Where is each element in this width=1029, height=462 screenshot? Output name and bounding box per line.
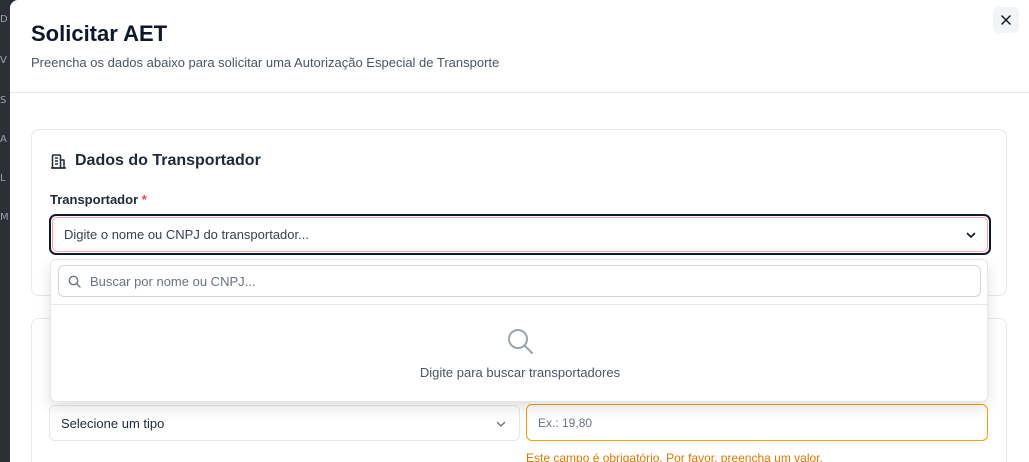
search-placeholder: Buscar por nome ou CNPJ... [90, 273, 256, 289]
backdrop-letter: D [0, 14, 8, 25]
tipo-select-value: Selecione um tipo [61, 415, 165, 431]
transportador-search-input[interactable]: Buscar por nome ou CNPJ... [58, 265, 981, 297]
page-backdrop: D V S A L M [0, 0, 10, 462]
empty-state-message: Digite para buscar transportadores [419, 365, 621, 380]
modal-header: Solicitar AET Preencha os dados abaixo p… [10, 0, 1029, 93]
modal-subtitle: Preencha os dados abaixo para solicitar … [31, 55, 500, 70]
backdrop-letter: S [0, 95, 7, 106]
dropdown-divider [51, 304, 989, 305]
error-message: Este campo é obrigatório. Por favor, pre… [526, 451, 823, 462]
backdrop-letter: A [0, 134, 7, 145]
solicitar-aet-modal: Solicitar AET Preencha os dados abaixo p… [10, 0, 1029, 462]
search-icon [508, 329, 533, 354]
chevron-down-icon [496, 421, 506, 427]
search-icon [68, 275, 81, 288]
required-mark: * [141, 192, 147, 207]
close-icon [1001, 15, 1011, 25]
transportador-label-text: Transportador [50, 192, 139, 207]
section-title-text: Dados do Transportador [75, 152, 261, 169]
backdrop-letter: M [0, 212, 9, 223]
transportador-dropdown: Buscar por nome ou CNPJ... Digite para b… [50, 259, 989, 402]
close-button[interactable] [993, 7, 1019, 33]
transportador-label: Transportador * [50, 192, 147, 207]
chevron-down-icon [966, 232, 976, 238]
transportador-placeholder: Digite o nome ou CNPJ do transportador..… [64, 227, 309, 242]
value-input-placeholder: Ex.: 19,80 [538, 415, 593, 430]
tipo-select[interactable]: Selecione um tipo [49, 405, 520, 441]
section-title: Dados do Transportador [50, 152, 261, 170]
modal-title: Solicitar AET [31, 21, 168, 46]
value-input[interactable]: Ex.: 19,80 [526, 404, 988, 441]
transportador-combobox[interactable]: Digite o nome ou CNPJ do transportador..… [49, 214, 991, 255]
backdrop-letter: L [0, 173, 6, 184]
backdrop-letter: V [0, 55, 7, 66]
building-icon [51, 153, 66, 169]
